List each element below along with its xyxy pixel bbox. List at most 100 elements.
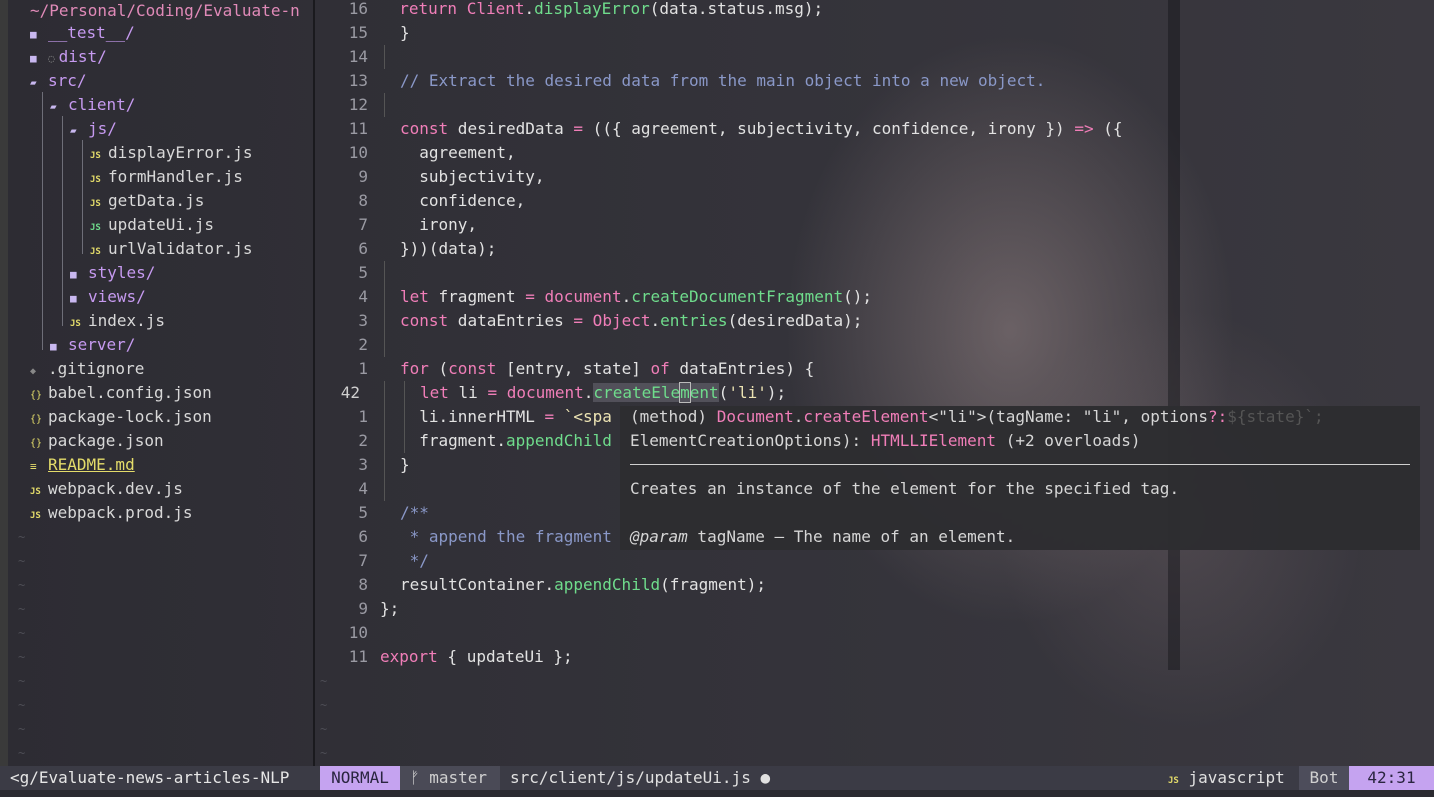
popup-description: Creates an instance of the element for t… (630, 479, 1180, 498)
line-number: 7 (358, 215, 368, 234)
line-number: 2 (358, 335, 368, 354)
line-number: 5 (358, 263, 368, 282)
popup-divider (630, 464, 1410, 465)
line-number: 13 (348, 71, 368, 90)
tree-item-client-dir[interactable]: ▰ client/ (50, 93, 135, 117)
tree-item-file[interactable]: JS getData.js (90, 189, 204, 213)
tree-item-file[interactable]: {} package.json (30, 429, 164, 453)
code-line: } (400, 455, 410, 474)
code-line: fragment.appendChild (400, 431, 612, 450)
tree-item-file[interactable]: JS index.js (70, 309, 165, 333)
code-comment: * append the fragment (400, 527, 612, 546)
tree-item-server-dir[interactable]: ■ server/ (50, 333, 135, 357)
code-line-current: let li = document.createElement('li'); (420, 382, 787, 403)
popup-param: @param tagName — The name of an element. (630, 527, 1016, 546)
code-line: for (const [entry, state] of dataEntries… (400, 359, 815, 378)
code-line: }; (380, 599, 400, 618)
tree-item-js-dir[interactable]: ▰ js/ (70, 117, 117, 141)
code-line: return Client.displayError(data.status.m… (380, 0, 824, 18)
line-number: 15 (348, 23, 368, 42)
line-number: 2 (358, 431, 368, 450)
code-comment: /** (400, 503, 429, 522)
popup-signature-line: ElementCreationOptions): HTMLLIElement (… (630, 431, 1141, 450)
folder-icon: ■ (50, 340, 57, 353)
branch-icon: ᚠ (410, 768, 420, 787)
popup-signature-line: (method) Document.createElement<"li">(ta… (630, 407, 1324, 426)
tree-item-styles-dir[interactable]: ■ styles/ (70, 261, 155, 285)
line-number: 1 (358, 407, 368, 426)
cursor-position: 42:31 (1349, 766, 1434, 790)
javascript-file-icon: JS (30, 511, 41, 521)
mode-indicator: NORMAL (320, 766, 400, 790)
code-line: } (400, 23, 410, 42)
tree-item-file[interactable]: JS webpack.prod.js (30, 501, 193, 525)
tree-item-file[interactable]: JS formHandler.js (90, 165, 243, 189)
modified-icon: ● (760, 768, 771, 787)
line-number: 3 (358, 455, 368, 474)
tree-item-file[interactable]: {} package-lock.json (30, 405, 212, 429)
line-number: 16 (348, 0, 368, 18)
javascript-icon: JS (1168, 776, 1179, 786)
line-number: 12 (348, 95, 368, 114)
tree-item-file[interactable]: ≡ README.md (30, 453, 135, 477)
line-number: 3 (358, 311, 368, 330)
scroll-position: Bot (1299, 766, 1349, 790)
tree-item-file[interactable]: {} babel.config.json (30, 381, 212, 405)
line-number: 7 (358, 551, 368, 570)
code-line: li.innerHTML = `<spa (400, 407, 612, 426)
code-line: }))(data); (400, 239, 497, 258)
text-cursor: m (679, 382, 691, 403)
hover-documentation-popup: (method) Document.createElement<"li">(ta… (620, 406, 1420, 550)
tree-item-file[interactable]: JS updateUi.js (90, 213, 214, 237)
line-number: 11 (348, 647, 368, 666)
folder-open-icon: ▰ (50, 100, 57, 113)
folder-icon: ■ (70, 292, 77, 305)
line-number: 9 (358, 599, 368, 618)
line-number: 6 (358, 239, 368, 258)
code-line: export { updateUi }; (380, 647, 573, 666)
code-line: const dataEntries = Object.entries(desir… (400, 311, 863, 330)
line-number: 6 (358, 527, 368, 546)
tree-item-file[interactable]: JS webpack.dev.js (30, 477, 183, 501)
tree-item-views-dir[interactable]: ■ views/ (70, 285, 146, 309)
line-number: 11 (348, 119, 368, 138)
tree-item-src-dir[interactable]: ▰ src/ (30, 69, 87, 93)
tree-item-dist-dir[interactable]: ■ ◌ dist/ (30, 45, 107, 69)
line-number: 14 (348, 47, 368, 66)
code-comment: */ (400, 551, 429, 570)
file-path: src/client/js/updateUi.js ● (510, 768, 771, 787)
tree-item-test-dir[interactable]: ■ __test__/ (30, 21, 135, 45)
code-line: const desiredData = (({ agreement, subje… (400, 119, 1123, 138)
code-line: agreement, (400, 143, 516, 162)
file-tree-panel: ~/Personal/Coding/Evaluate-n ■ __test__/ … (8, 0, 313, 766)
folder-icon: ■ (30, 52, 37, 65)
code-comment: // Extract the desired data from the mai… (400, 71, 1046, 90)
window-edge (0, 0, 8, 797)
ghost-text: ${state}`; (1227, 407, 1324, 426)
folder-open-icon: ▰ (70, 124, 77, 137)
code-line: irony, (400, 215, 478, 234)
code-line: let fragment = document.createDocumentFr… (400, 287, 873, 306)
code-line: subjectivity, (400, 167, 545, 186)
markdown-file-icon: ≡ (30, 460, 37, 473)
tree-root-path: ~/Personal/Coding/Evaluate-n (30, 1, 300, 20)
line-number: 9 (358, 167, 368, 186)
line-number: 8 (358, 575, 368, 594)
filetype: JS javascript (1168, 768, 1285, 787)
line-number: 4 (358, 287, 368, 306)
folder-open-icon: ▰ (30, 76, 37, 89)
current-line-number: 42 (340, 383, 360, 402)
git-branch[interactable]: ᚠ master (400, 766, 500, 790)
folder-icon: ■ (70, 268, 77, 281)
line-number: 8 (358, 191, 368, 210)
tree-status-path: <g/Evaluate-news-articles-NLP (10, 768, 290, 787)
git-untracked-icon: ◌ (48, 52, 55, 65)
line-number: 10 (348, 623, 368, 642)
tree-item-file[interactable]: JS displayError.js (90, 141, 253, 165)
tree-item-file[interactable]: ◆ .gitignore (30, 357, 144, 381)
code-line: resultContainer.appendChild(fragment); (400, 575, 767, 594)
folder-icon: ■ (30, 28, 37, 41)
line-number: 10 (348, 143, 368, 162)
tree-item-file[interactable]: JS urlValidator.js (90, 237, 253, 261)
status-line: <g/Evaluate-news-articles-NLP NORMAL ᚠ m… (0, 766, 1434, 790)
